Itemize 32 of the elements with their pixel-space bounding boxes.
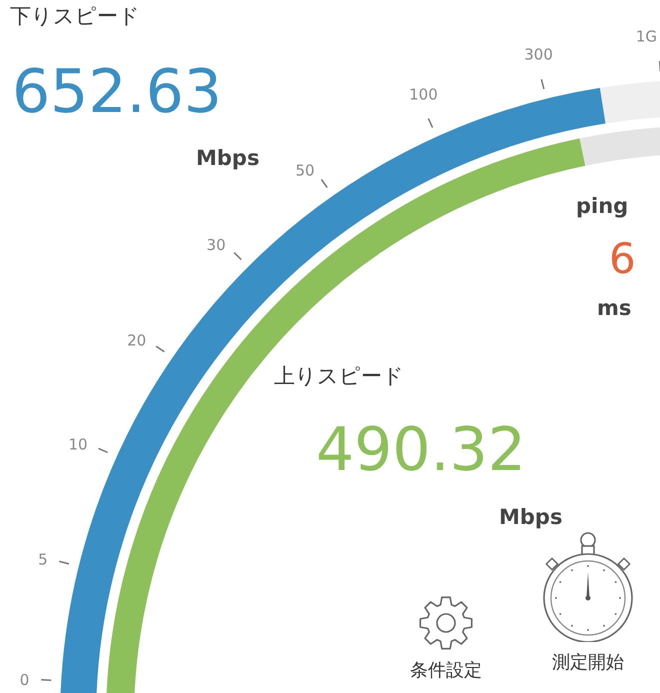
scale-label: 1G <box>636 27 657 46</box>
stopwatch-icon <box>540 530 636 642</box>
start-button[interactable]: 測定開始 <box>540 530 636 674</box>
tick-mark <box>540 79 545 90</box>
unit-label: Mbps <box>499 507 562 528</box>
ping-label: ping <box>576 196 628 217</box>
scale-label: 50 <box>295 162 315 180</box>
ping-value: 6 <box>609 238 636 280</box>
tick-mark <box>320 178 328 188</box>
upload-label: 上りスピード <box>274 366 404 387</box>
tick-mark <box>41 678 52 682</box>
scale-label: 20 <box>127 331 146 350</box>
scale-label: 300 <box>524 46 553 64</box>
tick-mark <box>98 448 108 454</box>
unit-label: Mbps <box>196 148 260 169</box>
tick-mark <box>156 346 165 352</box>
tick-mark <box>658 61 660 72</box>
download-label: 下りスピード <box>10 6 140 27</box>
tick-mark <box>428 118 434 128</box>
scale-label: 100 <box>409 86 438 104</box>
tick-mark <box>59 560 70 565</box>
settings-button[interactable]: 条件設定 <box>410 596 482 682</box>
unit-label: ms <box>597 298 632 319</box>
tick-mark <box>234 252 242 260</box>
scale-label: 30 <box>206 236 226 254</box>
download-value: 652.63 <box>12 62 222 122</box>
scale-label: 10 <box>68 435 88 454</box>
gauge-track <box>600 80 660 124</box>
upload-value: 490.32 <box>316 420 526 480</box>
scale-label: 0 <box>20 670 30 689</box>
scale-label: 5 <box>38 550 48 569</box>
settings-icon <box>419 596 473 650</box>
